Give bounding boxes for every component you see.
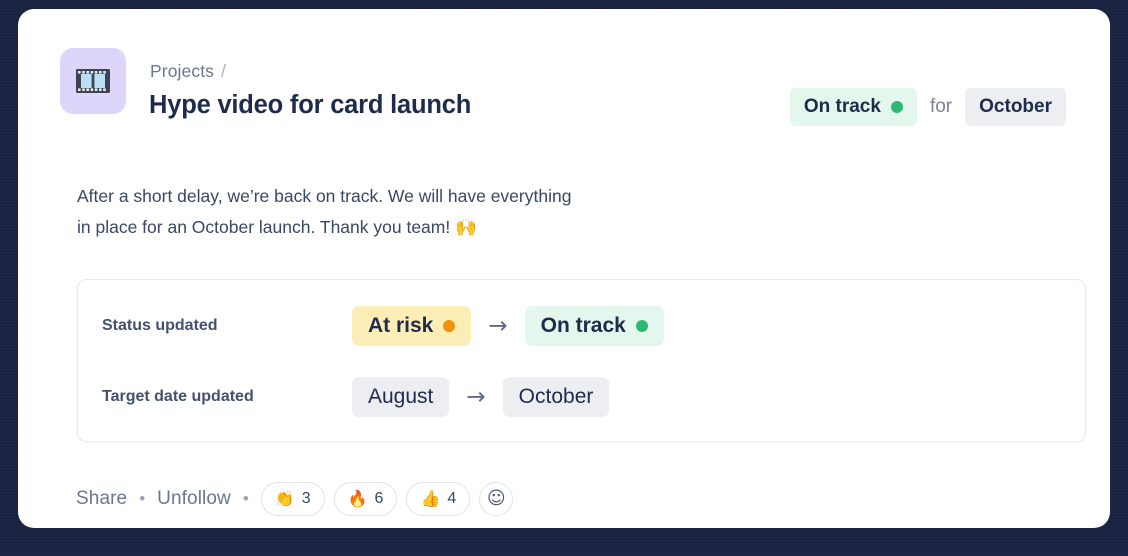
body-line-1: After a short delay, we’re back on track… [77, 186, 572, 206]
new-status-label: On track [540, 314, 626, 337]
clap-reaction[interactable]: 👏 3 [260, 482, 325, 516]
previous-status-badge: At risk [352, 306, 472, 346]
status-badge[interactable]: On track [789, 88, 917, 126]
footer-separator: • [139, 489, 146, 508]
status-summary: On track for October [789, 88, 1066, 126]
arrow-right-icon: → [488, 312, 508, 339]
status-dot-icon [890, 101, 903, 113]
card-header: Projects / Hype video for card launch On … [60, 48, 1086, 138]
clap-reaction-count: 3 [301, 490, 311, 507]
status-updated-label: Status updated [102, 317, 218, 334]
status-updated-row: Status updated At risk → On track [102, 306, 1061, 346]
status-update-card: Projects / Hype video for card launch On … [18, 9, 1110, 528]
footer-separator: • [242, 489, 249, 508]
target-date-updated-label: Target date updated [102, 388, 254, 405]
target-month-label: October [979, 96, 1052, 117]
for-label: for [929, 96, 953, 117]
new-status-badge: On track [524, 306, 664, 346]
changes-panel: Status updated At risk → On track Target… [77, 279, 1086, 442]
fire-reaction[interactable]: 🔥 6 [333, 482, 398, 516]
previous-target-date-label: August [368, 385, 434, 408]
breadcrumb-separator: / [221, 61, 226, 81]
on-track-dot-icon [635, 320, 648, 332]
new-target-date-badge: October [502, 377, 610, 417]
thumbs-up-icon: 👍 [420, 489, 441, 508]
add-reaction-button[interactable]: ☺ [479, 482, 514, 516]
arrow-right-icon: → [466, 383, 486, 410]
target-month-badge[interactable]: October [965, 88, 1066, 126]
breadcrumb[interactable]: Projects / [150, 61, 226, 82]
update-body-text: After a short delay, we’re back on track… [77, 181, 677, 244]
share-button[interactable]: Share [76, 488, 127, 510]
clap-icon: 👏 [274, 489, 295, 508]
unfollow-button[interactable]: Unfollow [157, 488, 231, 510]
card-footer: Share • Unfollow • 👏 3 🔥 6 👍 4 ☺ [76, 481, 522, 517]
raised-hands-emoji: 🙌 [455, 218, 477, 238]
thumbs-up-reaction-count: 4 [447, 490, 457, 507]
smiley-face-icon: ☺ [486, 488, 506, 509]
page-title: Hype video for card launch [149, 91, 472, 119]
body-line-2: in place for an October launch. Thank yo… [77, 217, 451, 237]
fire-reaction-count: 6 [374, 490, 384, 507]
film-strip-icon [60, 48, 126, 114]
new-target-date-label: October [518, 385, 594, 408]
target-date-updated-row: Target date updated August → October [102, 377, 1061, 417]
fire-icon: 🔥 [347, 489, 368, 508]
breadcrumb-parent[interactable]: Projects [150, 61, 214, 81]
previous-target-date-badge: August [352, 377, 450, 417]
thumbs-up-reaction[interactable]: 👍 4 [406, 482, 471, 516]
status-badge-label: On track [803, 96, 881, 117]
at-risk-dot-icon [443, 320, 456, 332]
previous-status-label: At risk [368, 314, 434, 337]
